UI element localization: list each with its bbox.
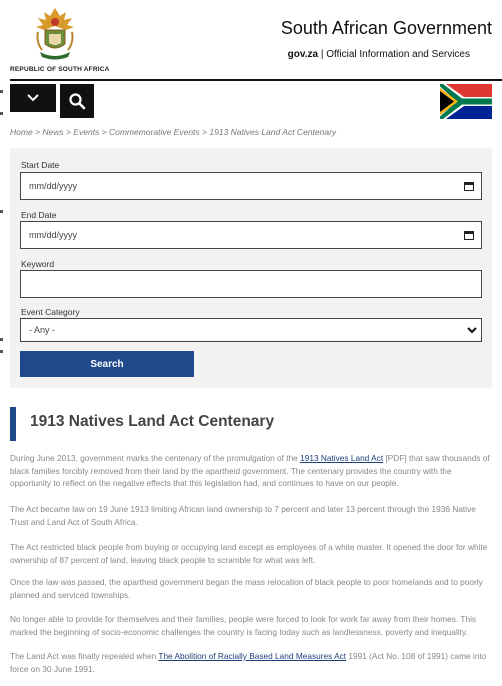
search-toggle-button[interactable] (60, 84, 94, 118)
abolition-act-link[interactable]: The Abolition of Racially Based Land Mea… (158, 651, 346, 661)
breadcrumb[interactable]: Home > News > Events > Commemorative Eve… (10, 127, 336, 137)
article-paragraph: The Land Act was finally repealed when T… (10, 650, 494, 675)
event-category-label: Event Category (21, 307, 80, 317)
end-date-value: mm/dd/yyyy (29, 230, 78, 240)
start-date-value: mm/dd/yyyy (29, 181, 78, 191)
chevron-down-icon (27, 94, 39, 102)
header-divider (10, 79, 502, 81)
edge-mark (0, 350, 3, 353)
domain-name: gov.za (287, 49, 319, 60)
paragraph-text: During June 2013, government marks the c… (10, 453, 301, 463)
edge-mark (0, 338, 3, 341)
tagline-text: Official Information and Services (326, 49, 470, 60)
chevron-down-icon (467, 327, 477, 334)
heading-accent-bar (10, 407, 16, 441)
natives-land-act-link[interactable]: 1913 Natives Land Act (300, 453, 383, 463)
south-africa-flag-icon[interactable] (440, 84, 492, 119)
site-tagline: gov.za | Official Information and Servic… (288, 49, 470, 60)
tagline-separator: | (320, 49, 324, 60)
event-category-value: - Any - (29, 325, 56, 335)
site-title[interactable]: South African Government (281, 18, 492, 39)
search-icon (69, 93, 86, 110)
end-date-label: End Date (21, 210, 57, 220)
edge-mark (0, 90, 3, 93)
article-paragraph: The Act became law on 19 June 1913 limit… (10, 504, 476, 527)
coat-of-arms-logo[interactable] (30, 6, 80, 62)
keyword-label: Keyword (21, 259, 55, 269)
article-paragraph: Once the law was passed, the apartheid g… (10, 577, 483, 600)
keyword-input[interactable] (20, 270, 482, 298)
start-date-label: Start Date (21, 160, 60, 170)
site-header: REPUBLIC OF SOUTH AFRICA South African G… (0, 0, 502, 81)
paragraph-text: The Land Act was finally repealed when (10, 651, 159, 661)
article-paragraph: The Act restricted black people from buy… (10, 542, 488, 565)
calendar-icon[interactable] (464, 182, 474, 191)
edge-mark (0, 112, 3, 115)
menu-toggle-button[interactable] (10, 84, 56, 112)
article-paragraph: During June 2013, government marks the c… (10, 452, 494, 490)
article-paragraph: No longer able to provide for themselves… (10, 614, 477, 637)
start-date-input[interactable]: mm/dd/yyyy (20, 172, 482, 200)
end-date-input[interactable]: mm/dd/yyyy (20, 221, 482, 249)
edge-mark (0, 210, 3, 213)
event-category-select[interactable]: - Any - (20, 318, 482, 342)
country-label: REPUBLIC OF SOUTH AFRICA (10, 66, 110, 73)
page-title: 1913 Natives Land Act Centenary (30, 413, 275, 430)
calendar-icon[interactable] (464, 231, 474, 240)
search-button[interactable]: Search (20, 351, 194, 377)
